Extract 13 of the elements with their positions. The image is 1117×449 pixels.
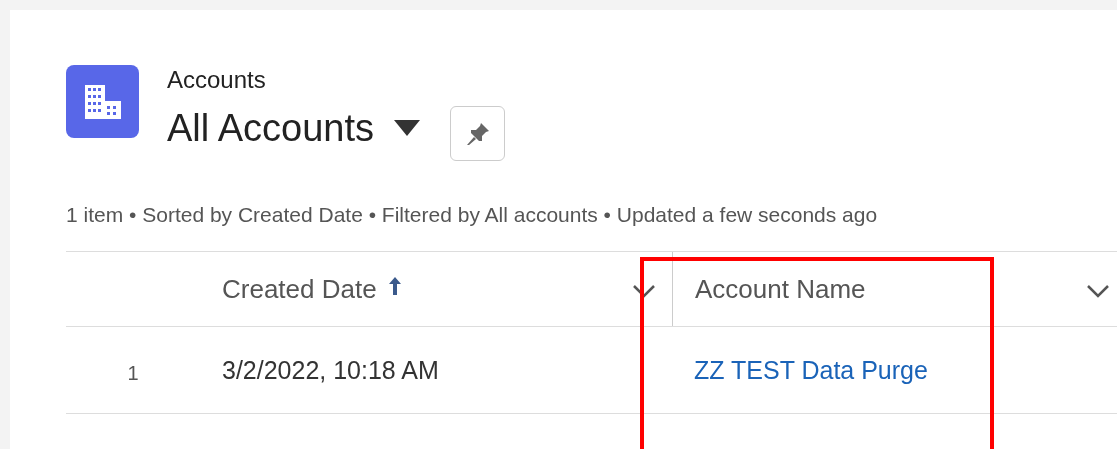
list-view-title: All Accounts (167, 105, 374, 151)
caret-icon[interactable] (394, 119, 420, 136)
list-summary: 1 item • Sorted by Created Date • Filtered by All accounts • Updated a few seconds ago (66, 203, 879, 227)
object-label: Accounts (167, 66, 267, 94)
chevron-down-icon[interactable] (632, 284, 656, 298)
column-header[interactable]: Account Name (695, 273, 866, 305)
row-number: 1 (127, 361, 139, 385)
building-icon (66, 65, 139, 138)
chevron-down-icon[interactable] (1086, 284, 1110, 298)
pin-button[interactable] (450, 106, 505, 161)
account-link[interactable]: ZZ TEST Data Purge (694, 355, 928, 385)
table-cell: 3/2/2022, 10:18 AM (222, 355, 439, 385)
column-header[interactable]: Created Date (222, 273, 377, 305)
